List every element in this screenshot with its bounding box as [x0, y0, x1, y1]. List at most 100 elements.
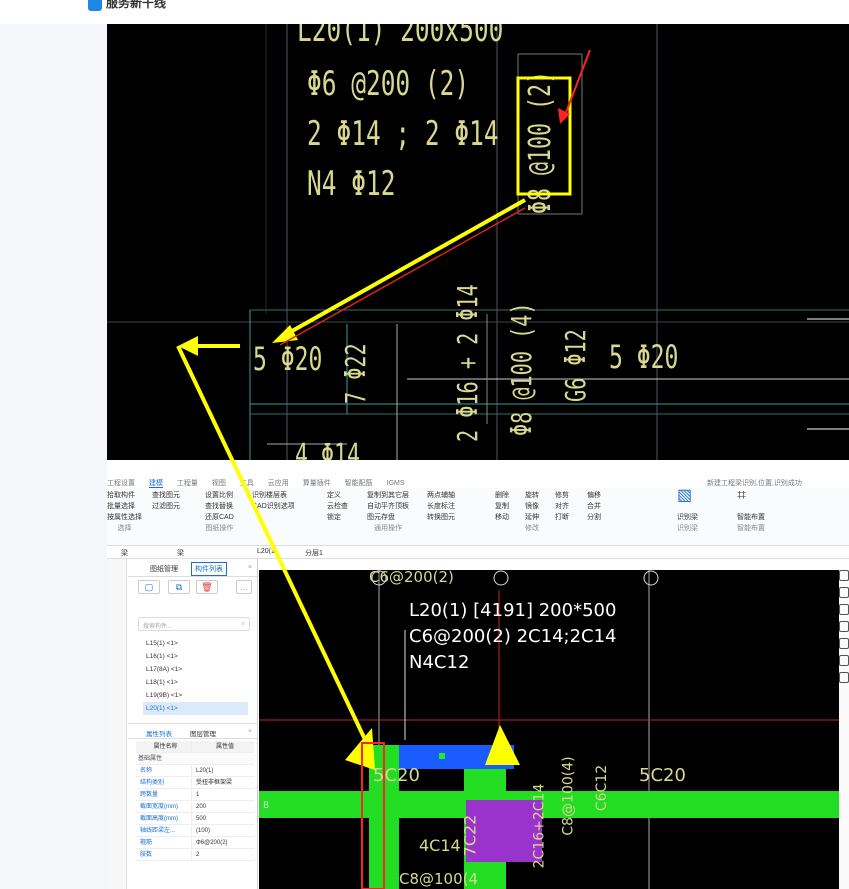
ribbon-item[interactable]: 设置比例: [205, 490, 234, 501]
ribbon-group-modify-2: 旋转 镜像 延伸 修改: [525, 490, 539, 534]
tab-plugins[interactable]: 算量插件: [303, 480, 331, 487]
view-tool-icon[interactable]: [839, 570, 849, 581]
grip-point: [439, 753, 445, 759]
new-component-button[interactable]: ▢: [138, 580, 160, 594]
ribbon-item[interactable]: 两点辅轴: [427, 490, 455, 501]
list-item[interactable]: L16(1) <1>: [143, 650, 248, 663]
component-select[interactable]: L20(1): [257, 548, 277, 555]
tab-tools[interactable]: 工具: [240, 480, 254, 487]
table-row[interactable]: 结构类别 受扭非框架梁: [136, 777, 254, 789]
ribbon-item[interactable]: 修剪: [555, 490, 569, 501]
ribbon-item[interactable]: 打断: [555, 512, 569, 523]
tab-component-list[interactable]: 构件列表: [191, 562, 227, 576]
tab-layer-manager[interactable]: 图层管理: [190, 728, 216, 738]
tab-smart-rebar[interactable]: 智能配筋: [345, 480, 373, 487]
ribbon-item[interactable]: 分割: [587, 512, 601, 523]
table-row[interactable]: 肢数 2: [136, 849, 254, 861]
property-group[interactable]: 基础属性: [136, 753, 254, 765]
cad-overlay-5c20-right: 5C20: [639, 765, 686, 786]
ribbon-item[interactable]: 转换图元: [427, 512, 455, 523]
left-collapsed-panel[interactable]: [107, 559, 127, 889]
table-row[interactable]: 轴线距梁左... (100): [136, 825, 254, 837]
view-tool-icon[interactable]: [839, 672, 849, 683]
close-icon[interactable]: ×: [248, 728, 252, 735]
table-row[interactable]: 截面高度(mm) 500: [136, 813, 254, 825]
tab-project-settings[interactable]: 工程设置: [107, 480, 135, 487]
ribbon-item[interactable]: 云检查: [327, 501, 348, 512]
list-item[interactable]: L17(8A) <1>: [143, 663, 248, 676]
table-row[interactable]: 名称 L20(1): [136, 765, 254, 777]
tab-quantities[interactable]: 工程量: [177, 480, 198, 487]
ribbon-item[interactable]: 复制到其它层: [367, 490, 409, 501]
ribbon-item[interactable]: 还原CAD: [205, 512, 234, 523]
beam-info-line2: C6@200(2) 2C14;2C14: [409, 626, 617, 647]
ribbon-item[interactable]: 过滤图元: [152, 501, 180, 512]
axis-bubble-2: [493, 570, 509, 586]
ribbon-item[interactable]: 长度标注: [427, 501, 455, 512]
tab-modeling[interactable]: 建模: [148, 480, 163, 488]
view-top-label: C6@200(2): [369, 570, 454, 586]
ribbon-group-axis: 两点辅轴 长度标注 转换图元: [427, 490, 455, 523]
ribbon-item[interactable]: 按属性选择: [107, 512, 142, 523]
tab-cloud[interactable]: 云应用: [268, 480, 289, 487]
app-logo[interactable]: 服务新干线: [88, 0, 166, 11]
copy-component-button[interactable]: ⧉: [168, 580, 190, 594]
beam-info-line3: N4C12: [409, 652, 470, 673]
tab-drawing-manager[interactable]: 图纸管理: [150, 564, 178, 574]
delete-component-button[interactable]: 🗑: [196, 580, 218, 594]
ribbon-item[interactable]: 批量选择: [107, 501, 142, 512]
ribbon-item[interactable]: 复制: [495, 501, 509, 512]
table-row[interactable]: 截面宽度(mm) 200: [136, 801, 254, 813]
identify-beam-icon[interactable]: ▧: [677, 488, 698, 512]
ribbon-item[interactable]: 延伸: [525, 512, 539, 523]
list-item[interactable]: L15(1) <1>: [143, 637, 248, 650]
ribbon-item[interactable]: 智能布置: [737, 512, 765, 523]
ribbon-item[interactable]: 合并: [587, 501, 601, 512]
property-tabs: 属性列表 图层管理 ×: [128, 723, 258, 739]
cad-beam-title: L20(1) 200x500: [297, 24, 504, 50]
table-row[interactable]: 箍筋 Φ6@200(2): [136, 837, 254, 849]
type-select[interactable]: 梁: [121, 548, 128, 558]
layer-select[interactable]: 分层1: [305, 548, 323, 558]
list-item-selected[interactable]: L20(1) <1>: [143, 702, 248, 715]
ribbon-item[interactable]: 图元存盘: [367, 512, 409, 523]
ribbon-item[interactable]: 对齐: [555, 501, 569, 512]
ribbon-item[interactable]: 查找替换: [205, 501, 234, 512]
ribbon-item[interactable]: CAD识别选项: [252, 501, 295, 512]
component-search-input[interactable]: 搜索构件... ⌕: [138, 617, 250, 631]
ribbon-item[interactable]: 拾取构件: [107, 490, 142, 501]
view-tool-icon[interactable]: [839, 587, 849, 598]
ribbon-item[interactable]: 偏移: [587, 490, 601, 501]
ribbon-item[interactable]: 删除: [495, 490, 509, 501]
list-item[interactable]: L19(9B) <1>: [143, 689, 248, 702]
view-tool-icon[interactable]: [839, 638, 849, 649]
list-item[interactable]: L18(1) <1>: [143, 676, 248, 689]
smart-layout-icon[interactable]: ⌗: [737, 488, 765, 512]
drawing-viewport[interactable]: C6@200(2) 1 2 3 B L20(1) [4191] 200*500 …: [259, 570, 839, 889]
property-table: 属性名称 属性值 基础属性 名称 L20(1) 结构类别 受扭非框架梁 跨数量 1 截…: [136, 741, 254, 861]
ribbon-item[interactable]: 旋转: [525, 490, 539, 501]
view-tool-icon[interactable]: [839, 604, 849, 615]
ribbon-item[interactable]: 锁定: [327, 512, 348, 523]
tab-property-list[interactable]: 属性列表: [146, 728, 172, 738]
view-tool-icon[interactable]: [839, 655, 849, 666]
tab-igms[interactable]: IGMS: [387, 480, 405, 487]
more-button[interactable]: …: [236, 580, 252, 594]
ribbon-group-modify-1: 删除 复制 移动: [495, 490, 509, 523]
ribbon-item[interactable]: 识别梁: [677, 512, 698, 523]
view-tool-icon[interactable]: [839, 621, 849, 632]
cad-support-bars-right: 5 Φ20: [609, 338, 679, 376]
ribbon-item[interactable]: 镜像: [525, 501, 539, 512]
subtype-select[interactable]: 梁: [177, 548, 184, 558]
cad-overlay-bottom: C8@100(4: [399, 870, 479, 888]
ribbon-item[interactable]: 查找图元: [152, 490, 180, 501]
table-row[interactable]: 跨数量 1: [136, 789, 254, 801]
ribbon-group-drawing: 设置比例 查找替换 还原CAD 图纸操作: [205, 490, 234, 534]
close-icon[interactable]: ×: [248, 564, 252, 571]
ribbon-item[interactable]: 定义: [327, 490, 348, 501]
ribbon-item[interactable]: 自动平齐顶板: [367, 501, 409, 512]
tab-view[interactable]: 视图: [212, 480, 226, 487]
ribbon-item[interactable]: 识别楼层表: [252, 490, 295, 501]
ribbon-group-label: 选择: [117, 525, 132, 532]
ribbon-item[interactable]: 移动: [495, 512, 509, 523]
